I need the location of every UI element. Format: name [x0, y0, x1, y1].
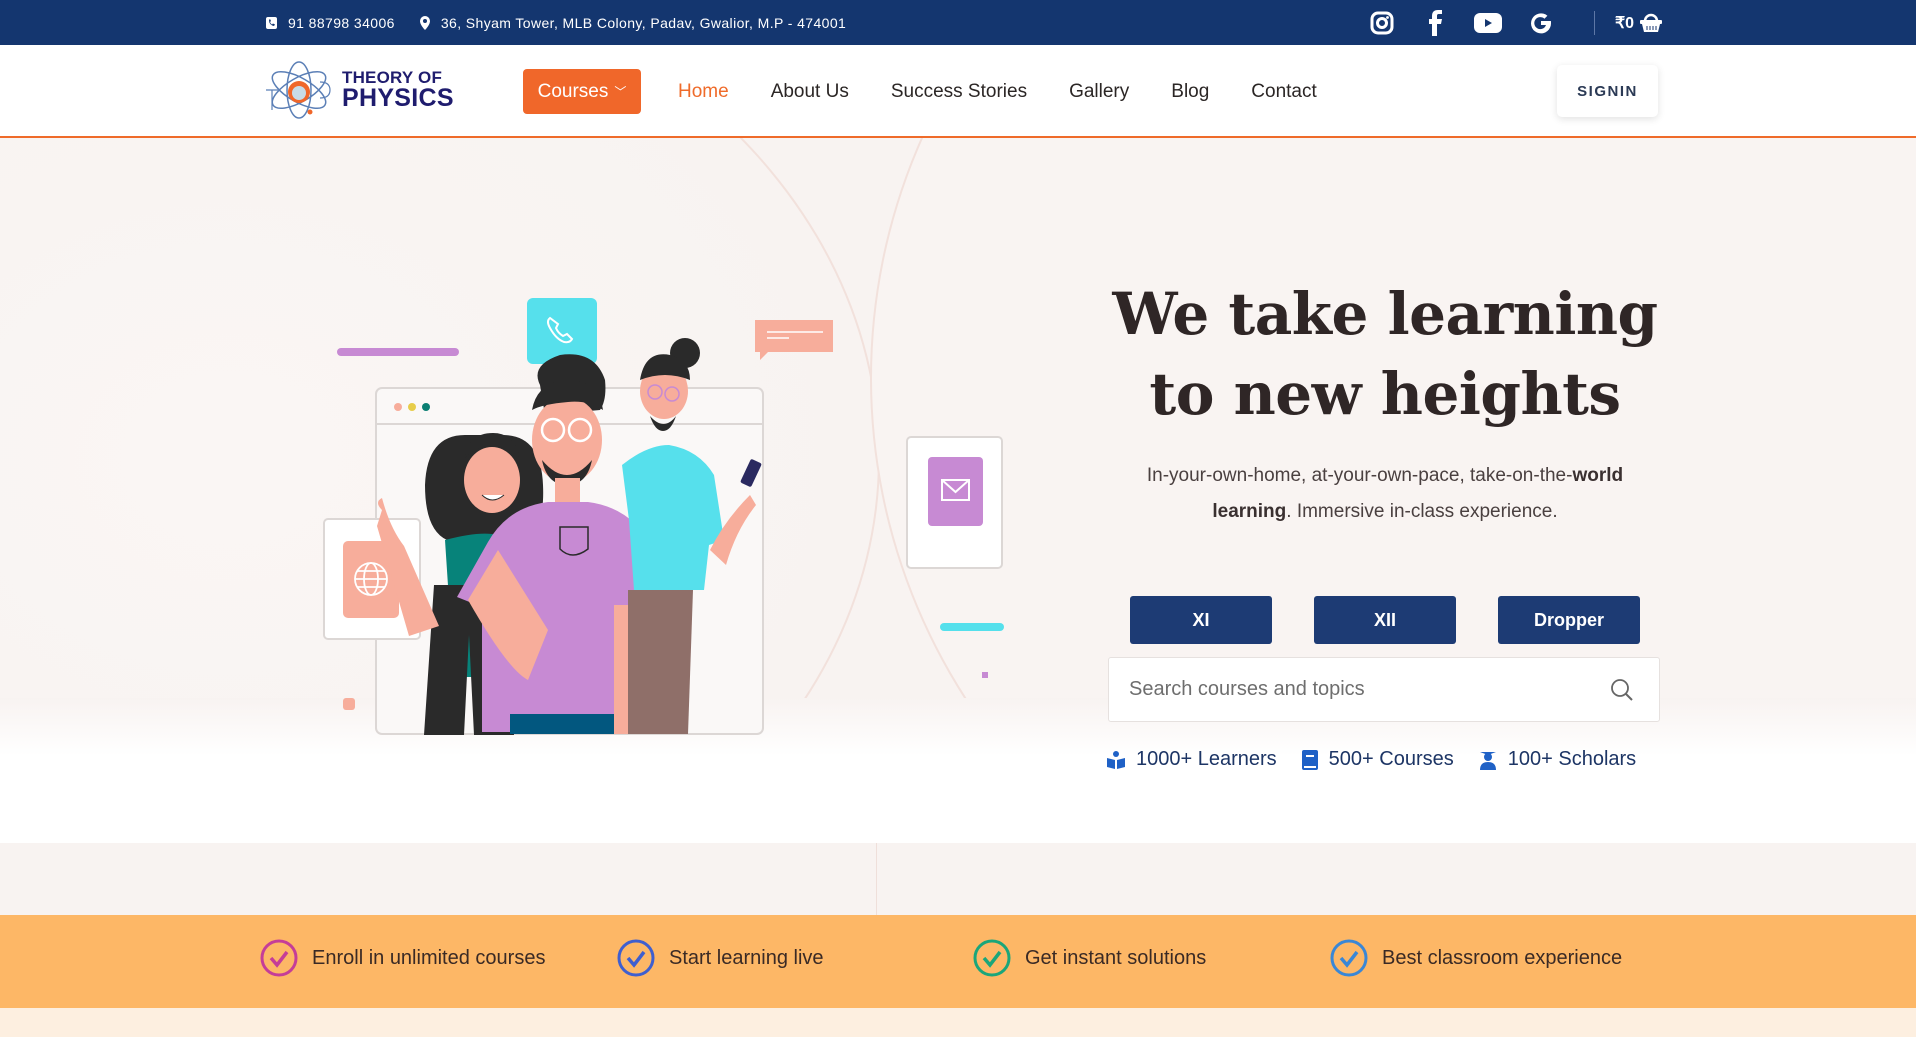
stats-row: 1000+ Learners 500+ Courses 100+ Scholar… [1106, 748, 1660, 771]
facebook-icon [1429, 9, 1442, 36]
subtitle-text: . Immersive in-class experience. [1286, 501, 1558, 522]
stat-label: 500+ Courses [1328, 748, 1454, 770]
check-circle-icon [973, 939, 1011, 977]
logo[interactable]: THEORY OF PHYSICS [264, 59, 474, 121]
stat-label: 1000+ Learners [1136, 748, 1277, 770]
stat-scholars: 100+ Scholars [1478, 748, 1636, 771]
phone-card [527, 298, 597, 364]
facebook-link[interactable] [1421, 9, 1449, 37]
logo-line2: PHYSICS [342, 84, 454, 112]
hero-title-line2: to new heights [1149, 360, 1621, 428]
hero-subtitle: In-your-own-home, at-your-own-pace, take… [1110, 458, 1660, 530]
divider [1594, 10, 1595, 35]
nav-menu: Courses ﹀ Home About Us Success Stories … [523, 69, 1317, 114]
cart-amount: ₹0 [1615, 14, 1635, 32]
address-contact: 36, Shyam Tower, MLB Colony, Padav, Gwal… [419, 15, 846, 31]
decor-dot [982, 672, 988, 678]
book-icon [1301, 749, 1318, 770]
instagram-link[interactable] [1368, 9, 1396, 37]
check-circle-icon [260, 939, 298, 977]
top-bar: 91 88798 34006 36, Shyam Tower, MLB Colo… [0, 0, 1916, 45]
decor-square [343, 698, 355, 710]
reader-icon [1107, 750, 1125, 769]
search-input[interactable] [1109, 678, 1607, 701]
features-strip: Enroll in unlimited courses Start learni… [0, 915, 1916, 1008]
check-circle-icon [617, 939, 655, 977]
courses-label: Courses [537, 80, 609, 102]
feature-item: Start learning live [617, 939, 824, 977]
search-box [1108, 657, 1660, 722]
main-nav: THEORY OF PHYSICS Courses ﹀ Home About U… [0, 45, 1916, 138]
subtitle-text: In-your-own-home, at-your-own-pace, take… [1146, 465, 1573, 486]
logo-text: THEORY OF PHYSICS [342, 69, 454, 111]
graduate-icon [1479, 751, 1496, 770]
google-link[interactable] [1527, 9, 1555, 37]
feature-label: Enroll in unlimited courses [312, 946, 546, 969]
google-icon [1531, 12, 1552, 33]
nav-item-blog[interactable]: Blog [1171, 81, 1209, 103]
decor-bar [337, 348, 459, 356]
phone-contact[interactable]: 91 88798 34006 [266, 15, 395, 31]
phone-number: 91 88798 34006 [288, 14, 395, 31]
check-circle-icon [1330, 939, 1368, 977]
hero-illustration [323, 298, 1004, 735]
address-text: 36, Shyam Tower, MLB Colony, Padav, Gwal… [440, 14, 847, 31]
stat-learners: 1000+ Learners [1106, 748, 1277, 771]
chat-bubble-icon [755, 320, 833, 360]
phone-icon [266, 16, 277, 29]
nav-item-contact[interactable]: Contact [1251, 81, 1316, 103]
youtube-icon [1474, 12, 1502, 33]
feature-item: Enroll in unlimited courses [260, 939, 545, 977]
courses-dropdown-button[interactable]: Courses ﹀ [523, 69, 641, 114]
youtube-link[interactable] [1474, 9, 1502, 37]
stat-label: 100+ Scholars [1507, 748, 1637, 770]
level-xi-button[interactable]: XI [1130, 596, 1272, 644]
contact-info: 91 88798 34006 36, Shyam Tower, MLB Colo… [266, 0, 870, 45]
nav-item-home[interactable]: Home [678, 81, 729, 103]
search-icon[interactable] [1607, 675, 1637, 705]
hero-title: We take learning to new heights [1080, 274, 1690, 434]
level-dropper-button[interactable]: Dropper [1498, 596, 1640, 644]
level-buttons: XI XII Dropper [1130, 596, 1682, 644]
level-xii-button[interactable]: XII [1314, 596, 1456, 644]
signin-button[interactable]: SIGNIN [1557, 65, 1658, 117]
feature-label: Get instant solutions [1025, 946, 1207, 969]
stat-courses: 500+ Courses [1301, 748, 1454, 771]
feature-label: Start learning live [669, 946, 824, 969]
instagram-icon [1370, 11, 1394, 34]
next-section [0, 1008, 1916, 1037]
feature-label: Best classroom experience [1382, 946, 1623, 969]
hero-title-line1: We take learning [1112, 280, 1658, 348]
hero-bottom-band [0, 843, 1916, 915]
feature-item: Get instant solutions [973, 939, 1206, 977]
decor-bar [940, 623, 1004, 631]
social-links: ₹0 [1368, 0, 1663, 45]
location-pin-icon [419, 15, 430, 30]
basket-icon [1640, 13, 1663, 32]
nav-item-about-us[interactable]: About Us [771, 81, 849, 103]
atom-logo-icon [266, 61, 331, 119]
cart-button[interactable]: ₹0 [1615, 13, 1663, 33]
feature-item: Best classroom experience [1330, 939, 1622, 977]
chevron-down-icon: ﹀ [614, 85, 627, 99]
nav-item-gallery[interactable]: Gallery [1069, 81, 1129, 103]
divider [876, 843, 877, 915]
nav-item-success-stories[interactable]: Success Stories [891, 81, 1027, 103]
